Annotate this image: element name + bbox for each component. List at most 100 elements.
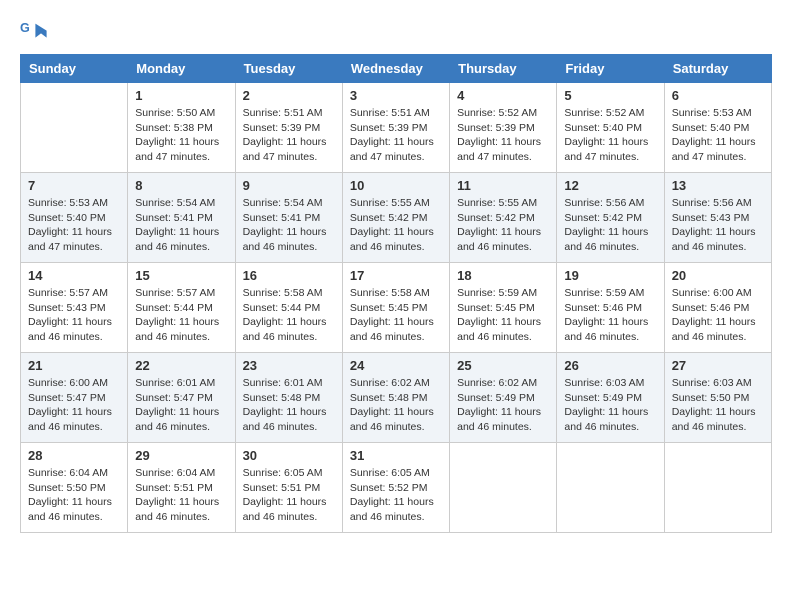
- day-number: 17: [350, 268, 442, 283]
- header-cell-saturday: Saturday: [664, 55, 771, 83]
- day-number: 23: [243, 358, 335, 373]
- svg-text:G: G: [20, 21, 30, 35]
- day-info: Sunrise: 5:50 AM Sunset: 5:38 PM Dayligh…: [135, 106, 227, 165]
- day-info: Sunrise: 6:01 AM Sunset: 5:47 PM Dayligh…: [135, 376, 227, 435]
- day-cell: 12 Sunrise: 5:56 AM Sunset: 5:42 PM Dayli…: [557, 173, 664, 263]
- day-cell: 17 Sunrise: 5:58 AM Sunset: 5:45 PM Dayli…: [342, 263, 449, 353]
- day-cell: [557, 443, 664, 533]
- header-row: SundayMondayTuesdayWednesdayThursdayFrid…: [21, 55, 772, 83]
- header-cell-tuesday: Tuesday: [235, 55, 342, 83]
- day-cell: 22Sunrise: 6:01 AM Sunset: 5:47 PM Dayli…: [128, 353, 235, 443]
- day-number: 29: [135, 448, 227, 463]
- day-cell: [21, 83, 128, 173]
- day-cell: 15Sunrise: 5:57 AM Sunset: 5:44 PM Dayli…: [128, 263, 235, 353]
- header-cell-wednesday: Wednesday: [342, 55, 449, 83]
- day-info: Sunrise: 5:53 AM Sunset: 5:40 PM Dayligh…: [28, 196, 120, 255]
- logo: G: [20, 18, 50, 46]
- day-number: 8: [135, 178, 227, 193]
- day-number: 11: [457, 178, 549, 193]
- day-info: Sunrise: 5:57 AM Sunset: 5:43 PM Dayligh…: [28, 286, 120, 345]
- day-info: Sunrise: 5:59 AM Sunset: 5:46 PM Dayligh…: [564, 286, 656, 345]
- day-info: Sunrise: 6:02 AM Sunset: 5:48 PM Dayligh…: [350, 376, 442, 435]
- day-info: Sunrise: 5:58 AM Sunset: 5:45 PM Dayligh…: [350, 286, 442, 345]
- day-number: 6: [672, 88, 764, 103]
- day-info: Sunrise: 6:03 AM Sunset: 5:49 PM Dayligh…: [564, 376, 656, 435]
- day-cell: 11 Sunrise: 5:55 AM Sunset: 5:42 PM Dayli…: [450, 173, 557, 263]
- day-cell: [664, 443, 771, 533]
- day-cell: 26 Sunrise: 6:03 AM Sunset: 5:49 PM Dayli…: [557, 353, 664, 443]
- day-info: Sunrise: 5:54 AM Sunset: 5:41 PM Dayligh…: [135, 196, 227, 255]
- day-number: 27: [672, 358, 764, 373]
- day-cell: 16Sunrise: 5:58 AM Sunset: 5:44 PM Dayli…: [235, 263, 342, 353]
- day-number: 31: [350, 448, 442, 463]
- day-info: Sunrise: 6:05 AM Sunset: 5:52 PM Dayligh…: [350, 466, 442, 525]
- day-cell: 30Sunrise: 6:05 AM Sunset: 5:51 PM Dayli…: [235, 443, 342, 533]
- day-number: 14: [28, 268, 120, 283]
- day-info: Sunrise: 5:51 AM Sunset: 5:39 PM Dayligh…: [350, 106, 442, 165]
- day-number: 25: [457, 358, 549, 373]
- day-cell: [450, 443, 557, 533]
- day-cell: 21 Sunrise: 6:00 AM Sunset: 5:47 PM Dayli…: [21, 353, 128, 443]
- day-cell: 29Sunrise: 6:04 AM Sunset: 5:51 PM Dayli…: [128, 443, 235, 533]
- day-number: 13: [672, 178, 764, 193]
- header-cell-monday: Monday: [128, 55, 235, 83]
- day-number: 12: [564, 178, 656, 193]
- logo-icon: G: [20, 18, 48, 46]
- calendar-body: 1 Sunrise: 5:50 AM Sunset: 5:38 PM Daylig…: [21, 83, 772, 533]
- day-info: Sunrise: 6:00 AM Sunset: 5:46 PM Dayligh…: [672, 286, 764, 345]
- week-row-5: 28Sunrise: 6:04 AM Sunset: 5:50 PM Dayli…: [21, 443, 772, 533]
- day-number: 20: [672, 268, 764, 283]
- day-number: 1: [135, 88, 227, 103]
- day-cell: 8 Sunrise: 5:54 AM Sunset: 5:41 PM Daylig…: [128, 173, 235, 263]
- header-cell-friday: Friday: [557, 55, 664, 83]
- calendar-table: SundayMondayTuesdayWednesdayThursdayFrid…: [20, 54, 772, 533]
- day-cell: 2 Sunrise: 5:51 AM Sunset: 5:39 PM Daylig…: [235, 83, 342, 173]
- day-cell: 27 Sunrise: 6:03 AM Sunset: 5:50 PM Dayli…: [664, 353, 771, 443]
- day-info: Sunrise: 5:51 AM Sunset: 5:39 PM Dayligh…: [243, 106, 335, 165]
- day-cell: 6Sunrise: 5:53 AM Sunset: 5:40 PM Daylig…: [664, 83, 771, 173]
- week-row-4: 21 Sunrise: 6:00 AM Sunset: 5:47 PM Dayli…: [21, 353, 772, 443]
- day-number: 9: [243, 178, 335, 193]
- day-cell: 25Sunrise: 6:02 AM Sunset: 5:49 PM Dayli…: [450, 353, 557, 443]
- day-cell: 28Sunrise: 6:04 AM Sunset: 5:50 PM Dayli…: [21, 443, 128, 533]
- day-cell: 1 Sunrise: 5:50 AM Sunset: 5:38 PM Daylig…: [128, 83, 235, 173]
- day-info: Sunrise: 5:55 AM Sunset: 5:42 PM Dayligh…: [350, 196, 442, 255]
- day-info: Sunrise: 6:00 AM Sunset: 5:47 PM Dayligh…: [28, 376, 120, 435]
- day-number: 7: [28, 178, 120, 193]
- header-cell-thursday: Thursday: [450, 55, 557, 83]
- day-number: 26: [564, 358, 656, 373]
- day-info: Sunrise: 5:52 AM Sunset: 5:40 PM Dayligh…: [564, 106, 656, 165]
- day-number: 21: [28, 358, 120, 373]
- header: G: [20, 10, 772, 46]
- week-row-3: 14 Sunrise: 5:57 AM Sunset: 5:43 PM Dayli…: [21, 263, 772, 353]
- day-cell: 9 Sunrise: 5:54 AM Sunset: 5:41 PM Daylig…: [235, 173, 342, 263]
- day-number: 2: [243, 88, 335, 103]
- day-cell: 4Sunrise: 5:52 AM Sunset: 5:39 PM Daylig…: [450, 83, 557, 173]
- day-cell: 19 Sunrise: 5:59 AM Sunset: 5:46 PM Dayli…: [557, 263, 664, 353]
- day-info: Sunrise: 6:05 AM Sunset: 5:51 PM Dayligh…: [243, 466, 335, 525]
- day-cell: 13 Sunrise: 5:56 AM Sunset: 5:43 PM Dayli…: [664, 173, 771, 263]
- day-info: Sunrise: 6:01 AM Sunset: 5:48 PM Dayligh…: [243, 376, 335, 435]
- day-number: 4: [457, 88, 549, 103]
- day-number: 28: [28, 448, 120, 463]
- day-info: Sunrise: 6:03 AM Sunset: 5:50 PM Dayligh…: [672, 376, 764, 435]
- day-cell: 14 Sunrise: 5:57 AM Sunset: 5:43 PM Dayli…: [21, 263, 128, 353]
- day-info: Sunrise: 5:54 AM Sunset: 5:41 PM Dayligh…: [243, 196, 335, 255]
- day-number: 24: [350, 358, 442, 373]
- day-cell: 31 Sunrise: 6:05 AM Sunset: 5:52 PM Dayli…: [342, 443, 449, 533]
- day-cell: 23 Sunrise: 6:01 AM Sunset: 5:48 PM Dayli…: [235, 353, 342, 443]
- day-info: Sunrise: 5:59 AM Sunset: 5:45 PM Dayligh…: [457, 286, 549, 345]
- day-number: 16: [243, 268, 335, 283]
- calendar-header: SundayMondayTuesdayWednesdayThursdayFrid…: [21, 55, 772, 83]
- day-info: Sunrise: 5:55 AM Sunset: 5:42 PM Dayligh…: [457, 196, 549, 255]
- week-row-1: 1 Sunrise: 5:50 AM Sunset: 5:38 PM Daylig…: [21, 83, 772, 173]
- day-info: Sunrise: 5:56 AM Sunset: 5:43 PM Dayligh…: [672, 196, 764, 255]
- day-number: 15: [135, 268, 227, 283]
- day-number: 19: [564, 268, 656, 283]
- day-number: 5: [564, 88, 656, 103]
- day-number: 3: [350, 88, 442, 103]
- header-cell-sunday: Sunday: [21, 55, 128, 83]
- day-number: 10: [350, 178, 442, 193]
- day-number: 18: [457, 268, 549, 283]
- day-info: Sunrise: 5:56 AM Sunset: 5:42 PM Dayligh…: [564, 196, 656, 255]
